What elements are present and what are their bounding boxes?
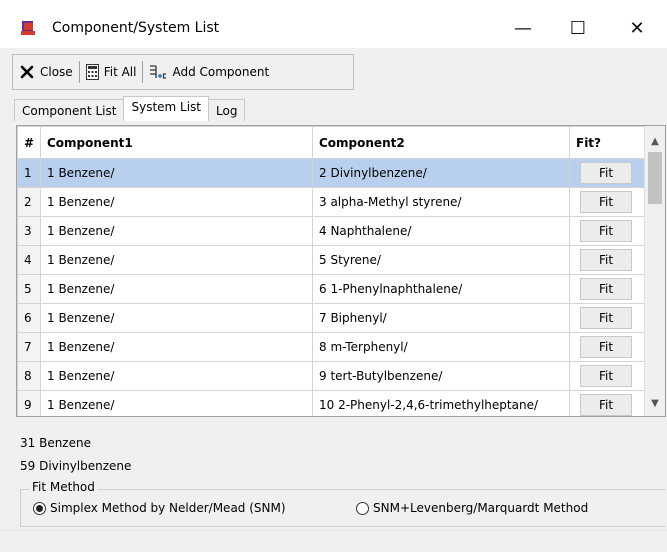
fit-button[interactable]: Fit xyxy=(580,191,632,213)
table-row[interactable]: 7 1 Benzene/ 8 m-Terphenyl/ Fit xyxy=(17,332,645,362)
component2-cell[interactable]: 9 tert-Butylbenzene/ xyxy=(312,361,570,391)
fit-cell: Fit xyxy=(569,361,645,391)
snm-levenberg-label: SNM+Levenberg/Marquardt Method xyxy=(373,501,589,515)
maximize-button[interactable]: ☐ xyxy=(555,14,601,42)
tab-log[interactable]: Log xyxy=(208,99,246,121)
fit-button[interactable]: Fit xyxy=(580,162,632,184)
maximize-icon: ☐ xyxy=(569,17,587,39)
table-row[interactable]: 9 1 Benzene/ 10 2-Phenyl-2,4,6-trimethyl… xyxy=(17,390,645,416)
fit-all-button[interactable]: Fit All xyxy=(80,55,143,89)
fit-cell: Fit xyxy=(569,303,645,333)
selected-component1-info: 31 Benzene xyxy=(20,436,91,450)
fit-cell: Fit xyxy=(569,390,645,416)
fit-button[interactable]: Fit xyxy=(580,336,632,358)
add-component-icon xyxy=(149,64,167,80)
row-number: 6 xyxy=(17,303,41,333)
component2-cell[interactable]: 3 alpha-Methyl styrene/ xyxy=(312,187,570,217)
minimize-icon: — xyxy=(514,17,532,39)
snm-levenberg-radio[interactable]: SNM+Levenberg/Marquardt Method xyxy=(356,501,588,515)
column-header-number[interactable]: # xyxy=(17,126,41,159)
component1-cell[interactable]: 1 Benzene/ xyxy=(40,361,313,391)
component1-cell[interactable]: 1 Benzene/ xyxy=(40,390,313,416)
close-window-icon: ✕ xyxy=(629,17,645,39)
scroll-up-arrow-icon[interactable]: ▲ xyxy=(645,132,665,150)
table-header-row: # Component1 Component2 Fit? xyxy=(17,126,645,159)
row-number: 2 xyxy=(17,187,41,217)
scroll-down-arrow-icon[interactable]: ▼ xyxy=(645,394,665,412)
component1-cell[interactable]: 1 Benzene/ xyxy=(40,332,313,362)
component2-cell[interactable]: 2 Divinylbenzene/ xyxy=(312,158,570,188)
close-button-label: Close xyxy=(40,65,73,79)
selected-component2-info: 59 Divinylbenzene xyxy=(20,459,132,473)
fit-cell: Fit xyxy=(569,245,645,275)
fit-button[interactable]: Fit xyxy=(580,365,632,387)
table-row[interactable]: 4 1 Benzene/ 5 Styrene/ Fit xyxy=(17,245,645,275)
row-number: 4 xyxy=(17,245,41,275)
fit-method-legend: Fit Method xyxy=(29,480,98,494)
minimize-button[interactable]: — xyxy=(500,14,546,42)
component2-cell[interactable]: 5 Styrene/ xyxy=(312,245,570,275)
fit-cell: Fit xyxy=(569,187,645,217)
radio-checked-icon xyxy=(33,501,46,515)
status-bar xyxy=(0,530,667,552)
row-number: 3 xyxy=(17,216,41,246)
row-number: 1 xyxy=(17,158,41,188)
row-number: 8 xyxy=(17,361,41,391)
window-title: Component/System List xyxy=(52,20,220,36)
component2-cell[interactable]: 4 Naphthalene/ xyxy=(312,216,570,246)
app-icon xyxy=(21,21,35,35)
fit-all-button-label: Fit All xyxy=(103,65,137,79)
tab-component-list[interactable]: Component List xyxy=(14,99,125,121)
fit-cell: Fit xyxy=(569,332,645,362)
table-row[interactable]: 1 1 Benzene/ 2 Divinylbenzene/ Fit xyxy=(17,158,645,188)
radio-unchecked-icon xyxy=(356,501,369,515)
fit-button[interactable]: Fit xyxy=(580,220,632,242)
system-list-grid: # Component1 Component2 Fit? 1 1 Benzene… xyxy=(16,125,666,417)
component1-cell[interactable]: 1 Benzene/ xyxy=(40,274,313,304)
add-component-button-label: Add Component xyxy=(172,65,270,79)
column-header-component1[interactable]: Component1 xyxy=(40,126,313,159)
vertical-scrollbar[interactable]: ▲ ▼ xyxy=(644,126,665,416)
simplex-method-label: Simplex Method by Nelder/Mead (SNM) xyxy=(50,501,286,515)
fit-button[interactable]: Fit xyxy=(580,278,632,300)
table-row[interactable]: 6 1 Benzene/ 7 Biphenyl/ Fit xyxy=(17,303,645,333)
tab-strip: Component List System List Log xyxy=(14,96,246,121)
title-bar: Component/System List — ☐ ✕ xyxy=(0,0,667,48)
row-number: 9 xyxy=(17,390,41,416)
close-button[interactable]: Close xyxy=(13,55,79,89)
component2-cell[interactable]: 7 Biphenyl/ xyxy=(312,303,570,333)
column-header-fit[interactable]: Fit? xyxy=(569,126,645,159)
scrollbar-thumb[interactable] xyxy=(648,152,662,204)
fit-button[interactable]: Fit xyxy=(580,394,632,416)
fit-cell: Fit xyxy=(569,274,645,304)
fit-cell: Fit xyxy=(569,158,645,188)
fit-method-group: Fit Method Simplex Method by Nelder/Mead… xyxy=(20,480,665,527)
component1-cell[interactable]: 1 Benzene/ xyxy=(40,187,313,217)
fit-button[interactable]: Fit xyxy=(580,307,632,329)
row-number: 7 xyxy=(17,332,41,362)
fit-button[interactable]: Fit xyxy=(580,249,632,271)
add-component-button[interactable]: Add Component xyxy=(143,55,275,89)
component1-cell[interactable]: 1 Benzene/ xyxy=(40,158,313,188)
component2-cell[interactable]: 8 m-Terphenyl/ xyxy=(312,332,570,362)
table-row[interactable]: 8 1 Benzene/ 9 tert-Butylbenzene/ Fit xyxy=(17,361,645,391)
table-row[interactable]: 3 1 Benzene/ 4 Naphthalene/ Fit xyxy=(17,216,645,246)
fit-cell: Fit xyxy=(569,216,645,246)
component1-cell[interactable]: 1 Benzene/ xyxy=(40,245,313,275)
component1-cell[interactable]: 1 Benzene/ xyxy=(40,216,313,246)
calculator-icon xyxy=(85,64,99,80)
toolbar: Close Fit All Add Component xyxy=(12,54,354,90)
component1-cell[interactable]: 1 Benzene/ xyxy=(40,303,313,333)
table-row[interactable]: 2 1 Benzene/ 3 alpha-Methyl styrene/ Fit xyxy=(17,187,645,217)
tab-system-list[interactable]: System List xyxy=(123,96,210,121)
component2-cell[interactable]: 6 1-Phenylnaphthalene/ xyxy=(312,274,570,304)
system-list-table: # Component1 Component2 Fit? 1 1 Benzene… xyxy=(17,126,645,416)
row-number: 5 xyxy=(17,274,41,304)
close-icon xyxy=(19,64,35,80)
close-window-button[interactable]: ✕ xyxy=(614,14,660,42)
component2-cell[interactable]: 10 2-Phenyl-2,4,6-trimethylheptane/ xyxy=(312,390,570,416)
column-header-component2[interactable]: Component2 xyxy=(312,126,570,159)
table-row[interactable]: 5 1 Benzene/ 6 1-Phenylnaphthalene/ Fit xyxy=(17,274,645,304)
simplex-method-radio[interactable]: Simplex Method by Nelder/Mead (SNM) xyxy=(33,501,286,515)
